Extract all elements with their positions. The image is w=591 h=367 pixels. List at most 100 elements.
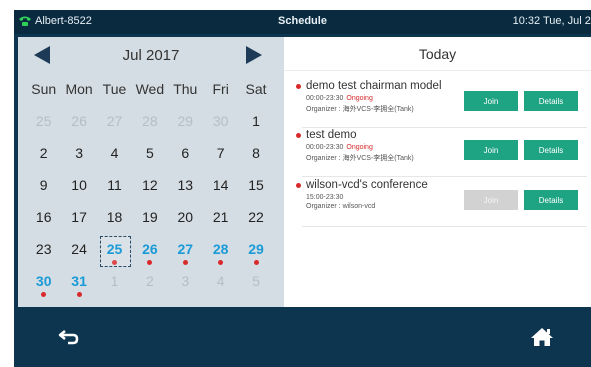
calendar-day[interactable]: 1 — [238, 107, 273, 139]
day-number: 2 — [145, 273, 154, 289]
calendar-day[interactable]: 23 — [26, 235, 61, 267]
calendar-grid: 25 26 27 28 29 30 1 2 3 4 5 6 7 8 9 10 11 12 13 14 15 16 17 18 1… — [26, 107, 274, 299]
meeting-organizer: Organizer : 海外VCS-李拥全(Tank) — [306, 106, 414, 113]
day-number: 8 — [252, 145, 260, 161]
day-number: 26 — [71, 113, 87, 129]
day-number: 5 — [252, 273, 260, 289]
day-number: 10 — [71, 177, 87, 193]
calendar-day[interactable]: 3 — [61, 139, 96, 171]
back-button[interactable] — [56, 325, 84, 349]
meeting-name: wilson-vcd's conference — [306, 179, 428, 191]
day-number: 9 — [39, 177, 48, 193]
calendar-day[interactable]: 21 — [203, 203, 238, 235]
join-button[interactable]: Join — [464, 140, 518, 160]
meeting-organizer: Organizer : wilson-vcd — [306, 203, 376, 210]
day-number: 29 — [177, 113, 194, 129]
day-number: 15 — [248, 177, 264, 193]
calendar-day[interactable]: 1 — [97, 267, 132, 299]
calendar-day[interactable]: 29 — [238, 235, 273, 267]
home-button[interactable] — [528, 325, 556, 349]
calendar-week: 9 10 11 12 13 14 15 — [26, 171, 274, 203]
day-number: 16 — [35, 209, 52, 225]
calendar-day[interactable]: 11 — [97, 171, 132, 203]
day-number: 28 — [142, 113, 158, 129]
calendar-day[interactable]: 7 — [203, 139, 238, 171]
calendar-day[interactable]: 24 — [61, 235, 96, 267]
day-number: 24 — [71, 241, 87, 257]
day-number: 29 — [248, 241, 264, 257]
join-button[interactable]: Join — [464, 190, 518, 210]
meeting-time-line: 00:00-23:30 Ongoing — [306, 144, 373, 151]
calendar-day[interactable]: 15 — [238, 171, 273, 203]
event-indicator-dot — [182, 260, 188, 265]
calendar-day-today[interactable]: 25 — [97, 235, 132, 267]
meeting-bullet — [296, 183, 301, 188]
calendar-day[interactable]: 5 — [238, 267, 273, 299]
meeting-time: 00:00-23:30 — [306, 95, 344, 102]
calendar-day[interactable]: 17 — [61, 203, 96, 235]
calendar-day[interactable]: 5 — [132, 139, 167, 171]
calendar-day[interactable]: 2 — [132, 267, 167, 299]
calendar-day[interactable]: 8 — [238, 139, 273, 171]
day-number: 4 — [110, 145, 119, 161]
meeting-item: wilson-vcd's conference 15:00-23:30 Organi… — [296, 179, 587, 227]
calendar-day[interactable]: 13 — [168, 171, 203, 203]
meeting-bullet — [296, 84, 301, 89]
event-indicator-dot — [253, 260, 259, 265]
join-button[interactable]: Join — [464, 91, 518, 111]
calendar-day[interactable]: 2 — [26, 139, 61, 171]
calendar-day[interactable]: 6 — [168, 139, 203, 171]
calendar-day[interactable]: 28 — [203, 235, 238, 267]
calendar-day[interactable]: 28 — [132, 107, 167, 139]
calendar-day[interactable]: 30 — [26, 267, 61, 299]
day-number: 13 — [177, 177, 194, 193]
calendar-day[interactable]: 9 — [26, 171, 61, 203]
clock: 10:32 Tue, Jul 25 — [512, 15, 591, 27]
calendar-day[interactable]: 14 — [203, 171, 238, 203]
today-header: Today — [284, 37, 591, 71]
event-indicator-dot — [76, 292, 82, 297]
calendar-day[interactable]: 20 — [168, 203, 203, 235]
details-button[interactable]: Details — [524, 91, 578, 111]
day-number: 27 — [106, 113, 123, 129]
day-number: 3 — [181, 273, 190, 289]
calendar-day[interactable]: 12 — [132, 171, 167, 203]
calendar-day[interactable]: 19 — [132, 203, 167, 235]
calendar-day[interactable]: 30 — [203, 107, 238, 139]
day-number: 17 — [71, 209, 87, 225]
calendar-day[interactable]: 31 — [61, 267, 96, 299]
calendar-day[interactable]: 26 — [61, 107, 96, 139]
details-button[interactable]: Details — [524, 190, 578, 210]
triangle-right-icon[interactable] — [246, 46, 262, 64]
meeting-organizer: Organizer : 海外VCS-李拥全(Tank) — [306, 155, 414, 162]
calendar-panel: Jul 2017 Sun Mon Tue Wed Thu Fri Sat 25 26 27 28 2… — [18, 37, 284, 307]
calendar-day[interactable]: 25 — [26, 107, 61, 139]
day-number: 22 — [248, 209, 264, 225]
day-number: 6 — [181, 145, 190, 161]
calendar-day[interactable]: 4 — [97, 139, 132, 171]
calendar-day[interactable]: 26 — [132, 235, 167, 267]
day-number: 5 — [145, 145, 154, 161]
calendar-day[interactable]: 29 — [168, 107, 203, 139]
screen-title: Schedule — [278, 15, 327, 27]
meeting-time: 00:00-23:30 — [306, 144, 344, 151]
calendar-header: Jul 2017 — [18, 37, 284, 71]
weekday-label: Fri — [212, 81, 229, 97]
weekday-header: Sun Mon Tue Wed Thu Fri Sat — [26, 81, 274, 97]
calendar-week: 23 24 25 26 27 28 29 — [26, 235, 274, 267]
calendar-day[interactable]: 3 — [168, 267, 203, 299]
day-number: 25 — [106, 241, 123, 257]
schedule-screen: Albert-8522 Schedule 10:32 Tue, Jul 25 J… — [14, 10, 591, 367]
day-number: 30 — [212, 113, 229, 129]
calendar-day[interactable]: 18 — [97, 203, 132, 235]
calendar-day[interactable]: 27 — [97, 107, 132, 139]
calendar-day[interactable]: 4 — [203, 267, 238, 299]
calendar-day[interactable]: 22 — [238, 203, 273, 235]
calendar-day[interactable]: 27 — [168, 235, 203, 267]
day-number: 11 — [107, 177, 122, 193]
calendar-day[interactable]: 10 — [61, 171, 96, 203]
details-button[interactable]: Details — [524, 140, 578, 160]
weekday-label: Sun — [31, 81, 57, 97]
calendar-day[interactable]: 16 — [26, 203, 61, 235]
day-number: 31 — [71, 273, 87, 289]
